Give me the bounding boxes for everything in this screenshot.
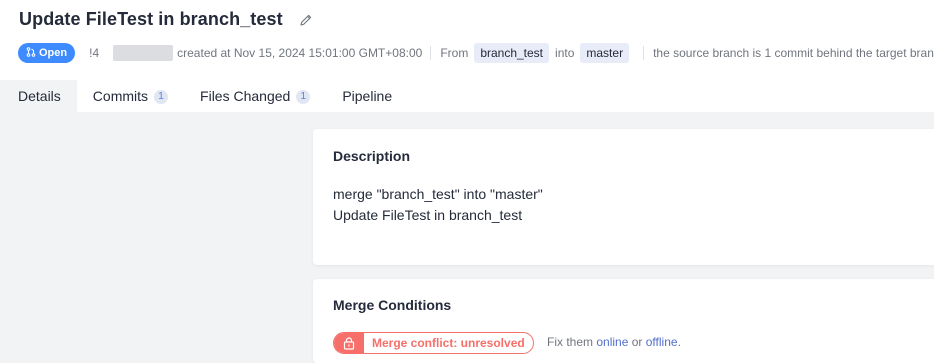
status-label: Open [39, 47, 68, 59]
created-timestamp: created at Nov 15, 2024 15:01:00 GMT+08:… [177, 46, 423, 60]
tab-commits[interactable]: Commits 1 [77, 80, 184, 112]
tab-bar: Details Commits 1 Files Changed 1 Pipeli… [0, 80, 934, 112]
merge-request-icon [26, 46, 36, 60]
divider [643, 46, 645, 60]
tab-label: Details [18, 88, 61, 104]
fix-prefix: Fix them [547, 335, 594, 349]
merge-conditions-card: Merge Conditions Merge conflict: unresol… [313, 279, 934, 363]
count-badge: 1 [296, 90, 311, 104]
merge-request-id: !4 [89, 46, 100, 60]
fix-conflict-hint: Fix them online or offline. [547, 335, 681, 349]
period: . [677, 335, 681, 349]
tab-label: Pipeline [342, 88, 393, 104]
tab-label: Commits [92, 88, 149, 104]
tab-details[interactable]: Details [0, 80, 77, 112]
into-label: into [555, 46, 575, 60]
page-header: Update FileTest in branch_test Open !4 c… [0, 0, 934, 80]
merge-conflict-label: Merge conflict: unresolved [372, 336, 525, 350]
description-title: Description [333, 148, 411, 164]
description-line: Update FileTest in branch_test [333, 207, 523, 223]
tab-pipeline[interactable]: Pipeline [326, 80, 408, 112]
from-label: From [440, 46, 469, 60]
target-branch-tag[interactable]: master [580, 43, 630, 63]
or-text: or [631, 335, 643, 349]
meta-row: Open !4 created at Nov 15, 2024 15:01:00… [18, 42, 934, 64]
branch-behind-notice: the source branch is 1 commit behind the… [653, 46, 934, 60]
status-badge: Open [18, 43, 76, 63]
author-redacted [113, 45, 174, 61]
title-row: Update FileTest in branch_test [19, 9, 313, 30]
fix-offline-link[interactable]: offline [646, 335, 678, 349]
description-line: merge "branch_test" into "master" [333, 186, 543, 202]
divider [430, 46, 432, 60]
tab-files-changed[interactable]: Files Changed 1 [184, 80, 326, 112]
merge-conditions-title: Merge Conditions [333, 297, 452, 313]
details-panel: Description merge "branch_test" into "ma… [0, 112, 934, 363]
fix-online-link[interactable]: online [596, 335, 628, 349]
description-card: Description merge "branch_test" into "ma… [313, 129, 934, 265]
merge-conflict-badge: Merge conflict: unresolved [333, 332, 534, 354]
source-branch-tag[interactable]: branch_test [474, 43, 550, 63]
page-title: Update FileTest in branch_test [19, 9, 283, 29]
tab-label: Files Changed [200, 88, 291, 104]
lock-icon [334, 333, 364, 353]
pencil-icon[interactable] [299, 13, 313, 27]
count-badge: 1 [154, 90, 169, 104]
